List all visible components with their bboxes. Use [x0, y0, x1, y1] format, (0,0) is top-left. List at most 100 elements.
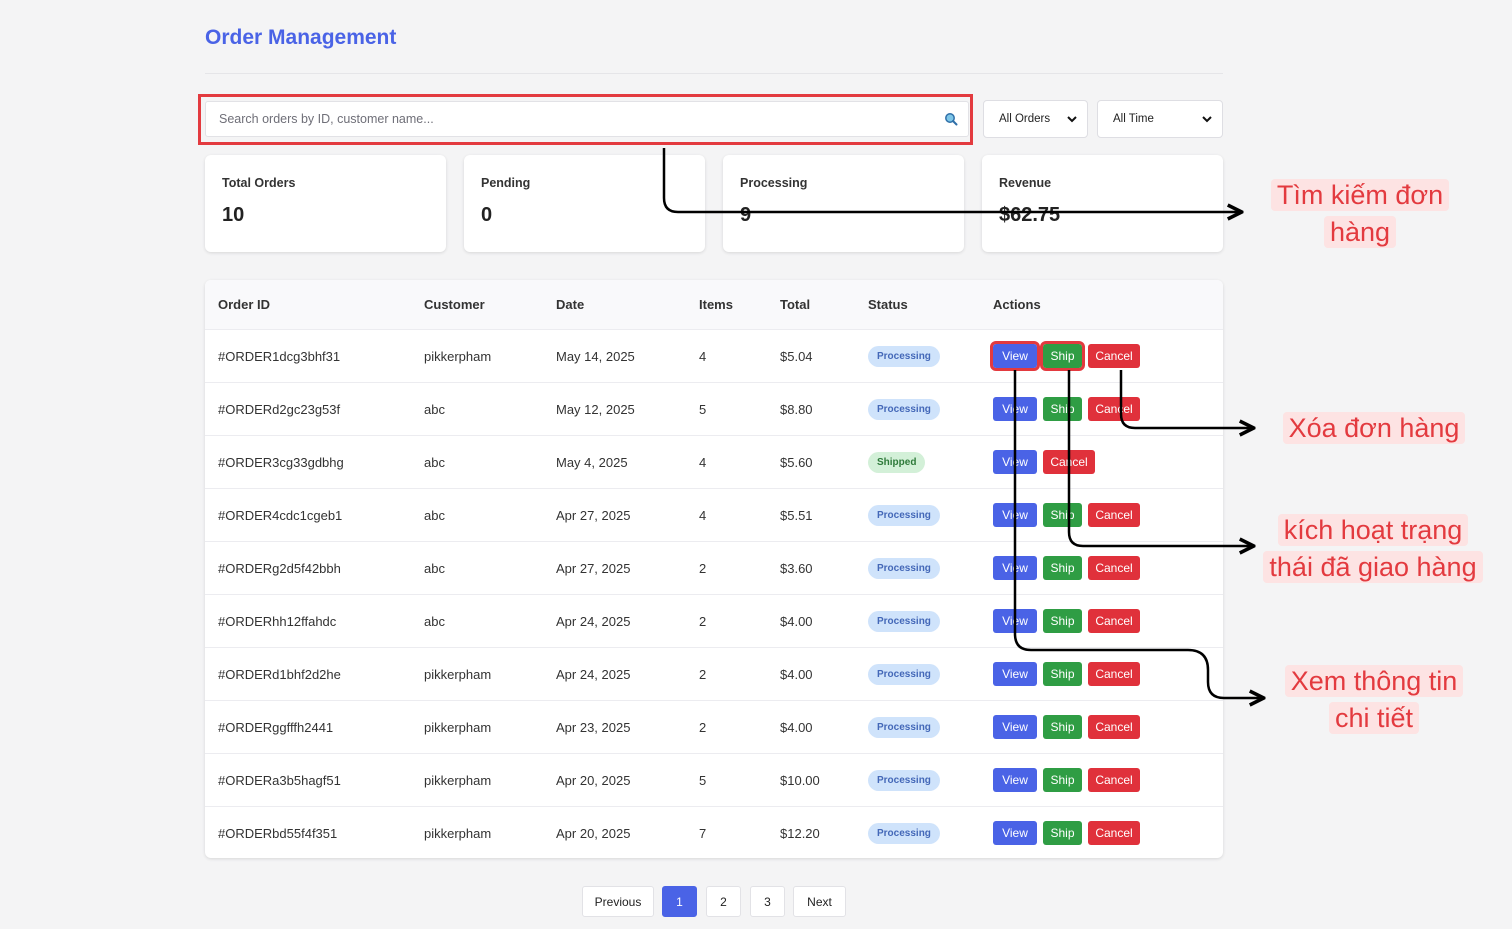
- pagination-next-button[interactable]: Next: [793, 886, 846, 917]
- total-cell: $3.60: [780, 560, 813, 576]
- order-id-cell: #ORDERd2gc23g53f: [218, 401, 341, 417]
- order-id-cell: #ORDERg2d5f42bbh: [218, 560, 341, 576]
- date-cell: Apr 27, 2025: [556, 507, 631, 523]
- header-divider: [205, 73, 1223, 74]
- cancel-button[interactable]: Cancel: [1088, 397, 1140, 421]
- ship-button[interactable]: Ship: [1040, 341, 1085, 371]
- date-cell: Apr 20, 2025: [556, 772, 631, 788]
- customer-cell: abc: [424, 454, 445, 470]
- status-cell: Processing: [868, 595, 940, 647]
- view-button[interactable]: View: [993, 768, 1037, 792]
- ship-button[interactable]: Ship: [1043, 768, 1082, 792]
- cancel-button[interactable]: Cancel: [1088, 715, 1140, 739]
- view-button[interactable]: View: [993, 609, 1037, 633]
- customer-cell: pikkerpham: [424, 772, 492, 788]
- status-cell: Processing: [868, 701, 940, 753]
- customer-cell: abc: [424, 560, 445, 576]
- annotation-cancel-line-1: Xóa đơn hàng: [1282, 412, 1466, 444]
- annotation-view-line-1: Xem thông tin: [1284, 665, 1464, 697]
- chevron-down-icon: [1202, 116, 1212, 123]
- items-cell: 2: [699, 613, 707, 629]
- table-row: #ORDERd2gc23g53f abc May 12, 2025 5 $8.80 Pro…: [205, 383, 1223, 436]
- cancel-button[interactable]: Cancel: [1088, 662, 1140, 686]
- status-badge: Processing: [868, 663, 940, 685]
- view-button[interactable]: View: [993, 503, 1037, 527]
- view-button[interactable]: View: [990, 341, 1040, 371]
- orders-table: Order ID Customer Date Items Total Statu…: [205, 280, 1223, 858]
- order-id-cell: #ORDERbd55f4f351: [218, 825, 338, 841]
- cancel-button[interactable]: Cancel: [1088, 821, 1140, 845]
- pagination-page-3[interactable]: 3: [750, 886, 785, 917]
- order-id-cell: #ORDER1dcg3bhf31: [218, 348, 341, 364]
- total-cell: $5.04: [780, 348, 813, 364]
- ship-button[interactable]: Ship: [1043, 397, 1082, 421]
- customer-cell: abc: [424, 507, 445, 523]
- status-badge: Shipped: [868, 451, 926, 473]
- time-filter-value: All Time: [1113, 113, 1154, 125]
- order-id-cell: #ORDER4cdc1cgeb1: [218, 507, 343, 523]
- annotation-search-line-1: Tìm kiếm đơn: [1270, 179, 1450, 211]
- customer-cell: pikkerpham: [424, 825, 492, 841]
- column-header-total: Total: [780, 297, 811, 312]
- stat-card-pending: Pending 0: [464, 155, 705, 252]
- ship-button[interactable]: Ship: [1043, 503, 1082, 527]
- view-button[interactable]: View: [993, 556, 1037, 580]
- cancel-button[interactable]: Cancel: [1088, 503, 1140, 527]
- stat-value: $62.75: [999, 204, 1061, 226]
- table-row: #ORDER1dcg3bhf31 pikkerpham May 14, 2025 4 $…: [205, 330, 1223, 383]
- total-cell: $5.51: [780, 507, 813, 523]
- date-cell: May 14, 2025: [556, 348, 635, 364]
- total-cell: $8.80: [780, 401, 813, 417]
- items-cell: 2: [699, 666, 707, 682]
- status-cell: Processing: [868, 383, 940, 435]
- table-row: #ORDER4cdc1cgeb1 abc Apr 27, 2025 4 $5.51 Pro…: [205, 489, 1223, 542]
- time-filter-select[interactable]: All Time: [1097, 100, 1223, 138]
- view-button[interactable]: View: [993, 715, 1037, 739]
- date-cell: Apr 23, 2025: [556, 719, 631, 735]
- table-row: #ORDERg2d5f42bbh abc Apr 27, 2025 2 $3.60 Pro…: [205, 542, 1223, 595]
- view-button[interactable]: View: [993, 450, 1037, 474]
- table-header: Order ID Customer Date Items Total Statu…: [205, 280, 1223, 330]
- order-id-cell: #ORDERhh12ffahdc: [218, 613, 337, 629]
- view-button[interactable]: View: [993, 397, 1037, 421]
- annotation-search: Tìm kiếm đơn hàng: [1262, 177, 1458, 251]
- actions-cell: View Ship Cancel: [993, 542, 1146, 594]
- view-button[interactable]: View: [993, 662, 1037, 686]
- annotation-ship-line-1: kích hoạt trạng: [1277, 514, 1469, 546]
- actions-cell: View Ship Cancel: [993, 648, 1146, 700]
- column-header-actions: Actions: [993, 297, 1041, 312]
- ship-button[interactable]: Ship: [1043, 821, 1082, 845]
- total-cell: $5.60: [780, 454, 813, 470]
- items-cell: 4: [699, 454, 707, 470]
- pagination-page-2[interactable]: 2: [706, 886, 741, 917]
- ship-button[interactable]: Ship: [1043, 609, 1082, 633]
- cancel-button[interactable]: Cancel: [1088, 768, 1140, 792]
- status-cell: Processing: [868, 489, 940, 541]
- table-row: #ORDERd1bhf2d2he pikkerpham Apr 24, 2025 2 $…: [205, 648, 1223, 701]
- stat-value: 10: [222, 204, 245, 226]
- ship-button[interactable]: Ship: [1043, 556, 1082, 580]
- pagination-previous-button[interactable]: Previous: [582, 886, 654, 917]
- total-cell: $4.00: [780, 613, 813, 629]
- status-badge: Processing: [868, 610, 940, 632]
- stat-value: 0: [481, 204, 493, 226]
- items-cell: 4: [699, 348, 707, 364]
- ship-button[interactable]: Ship: [1043, 715, 1082, 739]
- actions-cell: View Ship Cancel: [993, 383, 1146, 435]
- pagination-page-1[interactable]: 1: [662, 886, 697, 917]
- actions-cell: View Ship Cancel: [993, 807, 1146, 858]
- customer-cell: abc: [424, 613, 445, 629]
- cancel-button[interactable]: Cancel: [1088, 609, 1140, 633]
- cancel-button[interactable]: Cancel: [1088, 344, 1140, 368]
- status-filter-select[interactable]: All Orders: [983, 100, 1088, 138]
- stat-label: Total Orders: [222, 176, 296, 190]
- status-cell: Processing: [868, 330, 940, 382]
- cancel-button[interactable]: Cancel: [1043, 450, 1095, 474]
- actions-cell: View Ship Cancel: [993, 701, 1146, 753]
- ship-button[interactable]: Ship: [1043, 662, 1082, 686]
- cancel-button[interactable]: Cancel: [1088, 556, 1140, 580]
- view-button[interactable]: View: [993, 821, 1037, 845]
- date-cell: Apr 20, 2025: [556, 825, 631, 841]
- chevron-down-icon: [1067, 116, 1077, 123]
- column-header-order-id: Order ID: [218, 297, 271, 312]
